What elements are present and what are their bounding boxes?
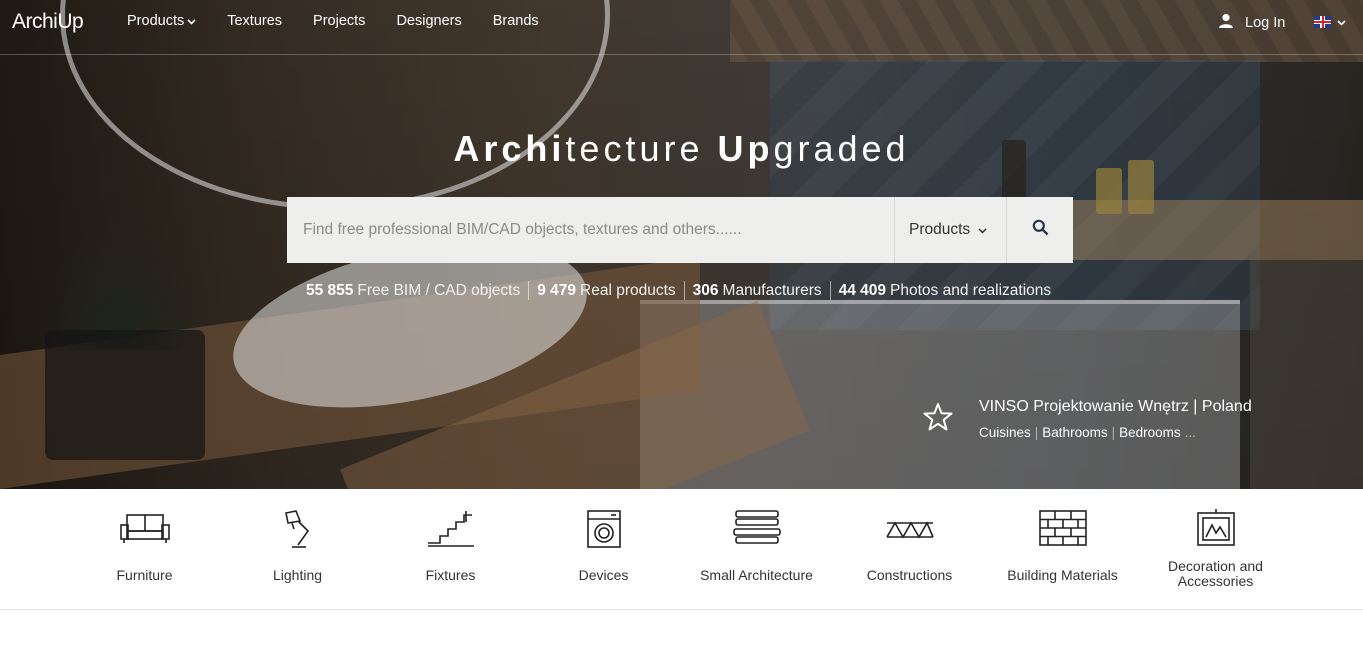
divider — [829, 281, 831, 300]
stat-label: Real products — [580, 281, 676, 299]
headline-part: Up — [717, 128, 774, 169]
star-icon[interactable] — [922, 402, 954, 437]
washing-machine-icon — [586, 510, 621, 548]
chevron-down-icon — [1337, 13, 1346, 31]
featured-tag-cuisines[interactable]: Cuisines — [979, 425, 1031, 440]
search-icon — [1032, 219, 1049, 241]
nav-link-projects[interactable]: Projects — [313, 13, 365, 29]
bench-icon — [732, 510, 781, 544]
category-label: Furniture — [116, 567, 173, 583]
sofa-icon — [119, 514, 170, 543]
search-button[interactable] — [1006, 197, 1073, 263]
background-drawer — [340, 300, 810, 489]
category-constructions[interactable]: Constructions — [833, 489, 986, 609]
main-nav: Products Textures Projects Designers Bra… — [127, 13, 570, 29]
stat-label: Manufacturers — [722, 281, 822, 299]
category-bar: Furniture Lighting Fixtures Devices Smal… — [0, 489, 1363, 610]
featured-tag-bedrooms[interactable]: Bedrooms — [1119, 425, 1181, 440]
login-link[interactable]: Log In — [1218, 13, 1285, 33]
nav-link-designers[interactable]: Designers — [396, 13, 461, 29]
desk-lamp-icon — [284, 510, 309, 548]
login-label: Log In — [1245, 15, 1286, 31]
background-cabinet — [1250, 260, 1363, 489]
category-lighting[interactable]: Lighting — [221, 489, 374, 609]
background-bathtub — [640, 300, 1240, 489]
user-icon — [1218, 13, 1245, 33]
featured-designer-name[interactable]: VINSO Projektowanie Wnętrz | Poland — [979, 398, 1252, 416]
category-fixtures[interactable]: Fixtures — [374, 489, 527, 609]
tag-separator: | — [1111, 425, 1116, 440]
category-small-architecture[interactable]: Small Architecture — [680, 489, 833, 609]
category-label: Devices — [578, 567, 629, 583]
featured-tag-bathrooms[interactable]: Bathrooms — [1042, 425, 1107, 440]
stat-value: 44 409 — [838, 281, 887, 299]
uk-flag-icon — [1314, 16, 1331, 28]
category-label: Fixtures — [425, 567, 476, 583]
tag-separator: | — [1034, 425, 1039, 440]
stat-item: 44 409 Photos and realizations — [839, 282, 1052, 300]
category-label: Constructions — [866, 567, 953, 583]
background-bottle — [1096, 168, 1122, 214]
site-stats: 55 855 Free BIM / CAD objects 9 479 Real p… — [306, 281, 1051, 300]
category-label: Decoration and Accessories — [1168, 558, 1263, 589]
headline-part: graded — [773, 128, 910, 169]
category-label: Lighting — [272, 567, 323, 583]
featured-tags: Cuisines | Bathrooms | Bedrooms ... — [979, 425, 1196, 440]
headline-part: Archi — [453, 128, 566, 169]
background-pot — [45, 330, 205, 460]
search-bar: Products — [287, 197, 1073, 263]
language-selector[interactable] — [1314, 13, 1346, 31]
bricks-icon — [1038, 510, 1087, 546]
featured-tags-more: ... — [1184, 425, 1196, 440]
category-building-materials[interactable]: Building Materials — [986, 489, 1139, 609]
top-navbar: ArchiUp Products Textures Projects Desig… — [0, 0, 1363, 55]
hero-section: ArchiUp Products Textures Projects Desig… — [0, 0, 1363, 489]
nav-link-label: Products — [127, 13, 185, 29]
chevron-down-icon — [187, 13, 196, 29]
background-plant — [40, 220, 200, 350]
picture-frame-icon — [1196, 509, 1235, 546]
stat-item: 55 855 Free BIM / CAD objects — [306, 282, 520, 300]
stat-value: 306 — [692, 281, 719, 299]
divider — [528, 281, 530, 300]
divider — [683, 281, 685, 300]
stat-label: Photos and realizations — [890, 281, 1052, 299]
site-logo[interactable]: ArchiUp — [12, 10, 84, 34]
search-category-value: Products — [909, 221, 971, 238]
hero-headline: Architecture Upgraded — [0, 128, 1363, 170]
nav-link-textures[interactable]: Textures — [227, 13, 282, 29]
category-decoration-accessories[interactable]: Decoration and Accessories — [1139, 489, 1292, 609]
category-devices[interactable]: Devices — [527, 489, 680, 609]
category-furniture[interactable]: Furniture — [68, 489, 221, 609]
category-label: Small Architecture — [700, 567, 813, 583]
stat-value: 55 855 — [306, 281, 354, 299]
category-label: Building Materials — [1007, 567, 1118, 583]
nav-link-brands[interactable]: Brands — [493, 13, 539, 29]
stat-item: 306 Manufacturers — [693, 282, 822, 300]
chevron-down-icon — [978, 221, 987, 239]
nav-link-products[interactable]: Products — [127, 13, 196, 29]
stat-item: 9 479 Real products — [537, 282, 675, 300]
search-category-select[interactable]: Products — [894, 197, 1006, 263]
stat-value: 9 479 — [537, 281, 577, 299]
truss-icon — [885, 521, 934, 539]
stat-label: Free BIM / CAD objects — [357, 281, 521, 299]
search-input[interactable] — [287, 197, 894, 263]
headline-part: tecture — [565, 128, 718, 169]
stairs-icon — [427, 511, 474, 547]
